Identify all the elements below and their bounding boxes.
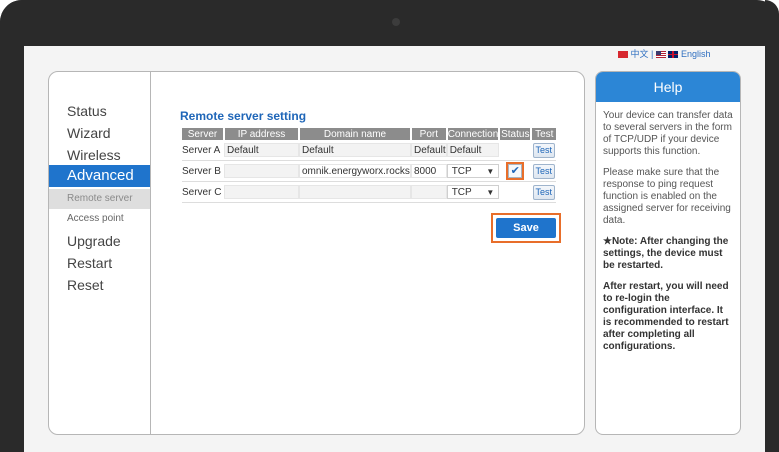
sidebar-subitem-access-point[interactable]: Access point	[49, 209, 150, 229]
bezel-right	[765, 0, 779, 452]
sidebar-item-advanced-label: Advanced	[67, 167, 134, 184]
connection-select-value: TCP	[451, 166, 472, 177]
domain-input[interactable]: Default	[299, 143, 411, 157]
column-header-connection: Connection	[446, 128, 501, 140]
connection-select-value: TCP	[451, 187, 472, 198]
sidebar-item-status[interactable]: Status	[67, 103, 107, 119]
help-paragraph: Your device can transfer data to several…	[603, 110, 733, 157]
language-english-link[interactable]: English	[681, 49, 711, 59]
ip-input[interactable]	[224, 185, 299, 199]
us-flag-icon[interactable]	[655, 51, 666, 59]
language-switcher: 中文 | English	[618, 47, 710, 60]
china-flag-icon[interactable]	[618, 51, 628, 59]
server-name: Server C	[182, 181, 224, 203]
ip-input[interactable]	[224, 164, 299, 178]
section-title: Remote server setting	[180, 109, 307, 123]
connection-value: Default	[446, 143, 500, 157]
language-chinese-link[interactable]: 中文	[631, 49, 649, 59]
server-name: Server A	[182, 140, 224, 161]
sidebar-item-advanced[interactable]: Advanced	[49, 165, 150, 187]
help-note: ★Note: After changing the settings, the …	[603, 236, 729, 271]
port-input[interactable]: 8000	[411, 164, 447, 178]
sidebar-nav: Status Wizard Wireless Advanced Remote s…	[49, 72, 151, 434]
column-header-port: Port	[411, 128, 448, 140]
save-button[interactable]: Save	[496, 218, 556, 238]
server-name: Server B	[182, 160, 224, 182]
ip-input[interactable]: Default	[224, 143, 299, 157]
sidebar-subitem-label: Access point	[67, 213, 124, 224]
test-button[interactable]: Test	[532, 184, 555, 200]
main-panel: Status Wizard Wireless Advanced Remote s…	[48, 71, 585, 435]
table-row-server-c: Server C TCP ▼ Test	[182, 181, 557, 203]
sidebar-item-upgrade[interactable]: Upgrade	[67, 233, 121, 249]
test-button[interactable]: Test	[532, 142, 555, 158]
bezel-top	[0, 0, 779, 46]
bezel-left	[0, 0, 24, 452]
help-panel: Help Your device can transfer data to se…	[595, 71, 741, 435]
port-input[interactable]	[411, 185, 447, 199]
status-cell	[499, 140, 532, 161]
language-separator: |	[651, 49, 654, 59]
column-header-test: Test	[531, 128, 557, 140]
help-paragraph: Please make sure that the response to pi…	[603, 167, 731, 226]
uk-flag-icon[interactable]	[668, 51, 679, 59]
dropdown-arrow-icon: ▼	[486, 188, 495, 197]
sidebar-item-wizard[interactable]: Wizard	[67, 125, 111, 141]
sidebar-subitem-remote-server[interactable]: Remote server	[49, 189, 150, 209]
sidebar-item-restart[interactable]: Restart	[67, 255, 112, 271]
domain-input[interactable]: omnik.energyworx.rocks	[299, 164, 411, 178]
connection-select[interactable]: TCP ▼	[446, 185, 500, 199]
camera-icon	[392, 18, 400, 26]
status-cell	[499, 181, 532, 203]
help-body: Your device can transfer data to several…	[596, 102, 740, 370]
table-header-row: Server IP address Domain name Port Conne…	[182, 128, 557, 140]
column-header-server: Server	[182, 128, 225, 140]
column-header-ip: IP address	[224, 128, 300, 140]
help-title: Help	[596, 72, 740, 102]
save-highlight: Save	[491, 213, 561, 243]
column-header-status: Status	[499, 128, 533, 140]
status-highlight: ✔	[506, 162, 525, 180]
sidebar-subitem-label: Remote server	[67, 193, 133, 204]
dropdown-arrow-icon: ▼	[486, 167, 495, 176]
sidebar-item-wireless[interactable]: Wireless	[67, 147, 121, 163]
domain-input[interactable]	[299, 185, 411, 199]
table-row-server-b: Server B omnik.energyworx.rocks 8000 TCP…	[182, 160, 557, 182]
checkmark-icon[interactable]: ✔	[508, 164, 523, 178]
sidebar-item-reset[interactable]: Reset	[67, 277, 104, 293]
server-table: Server IP address Domain name Port Conne…	[182, 128, 557, 203]
port-input[interactable]: Default	[411, 143, 447, 157]
connection-select[interactable]: TCP ▼	[446, 164, 500, 178]
test-button[interactable]: Test	[532, 163, 555, 179]
column-header-domain: Domain name	[299, 128, 412, 140]
table-row-server-a: Server A Default Default Default Default…	[182, 140, 557, 161]
help-note: After restart, you will need to re-login…	[603, 281, 729, 352]
